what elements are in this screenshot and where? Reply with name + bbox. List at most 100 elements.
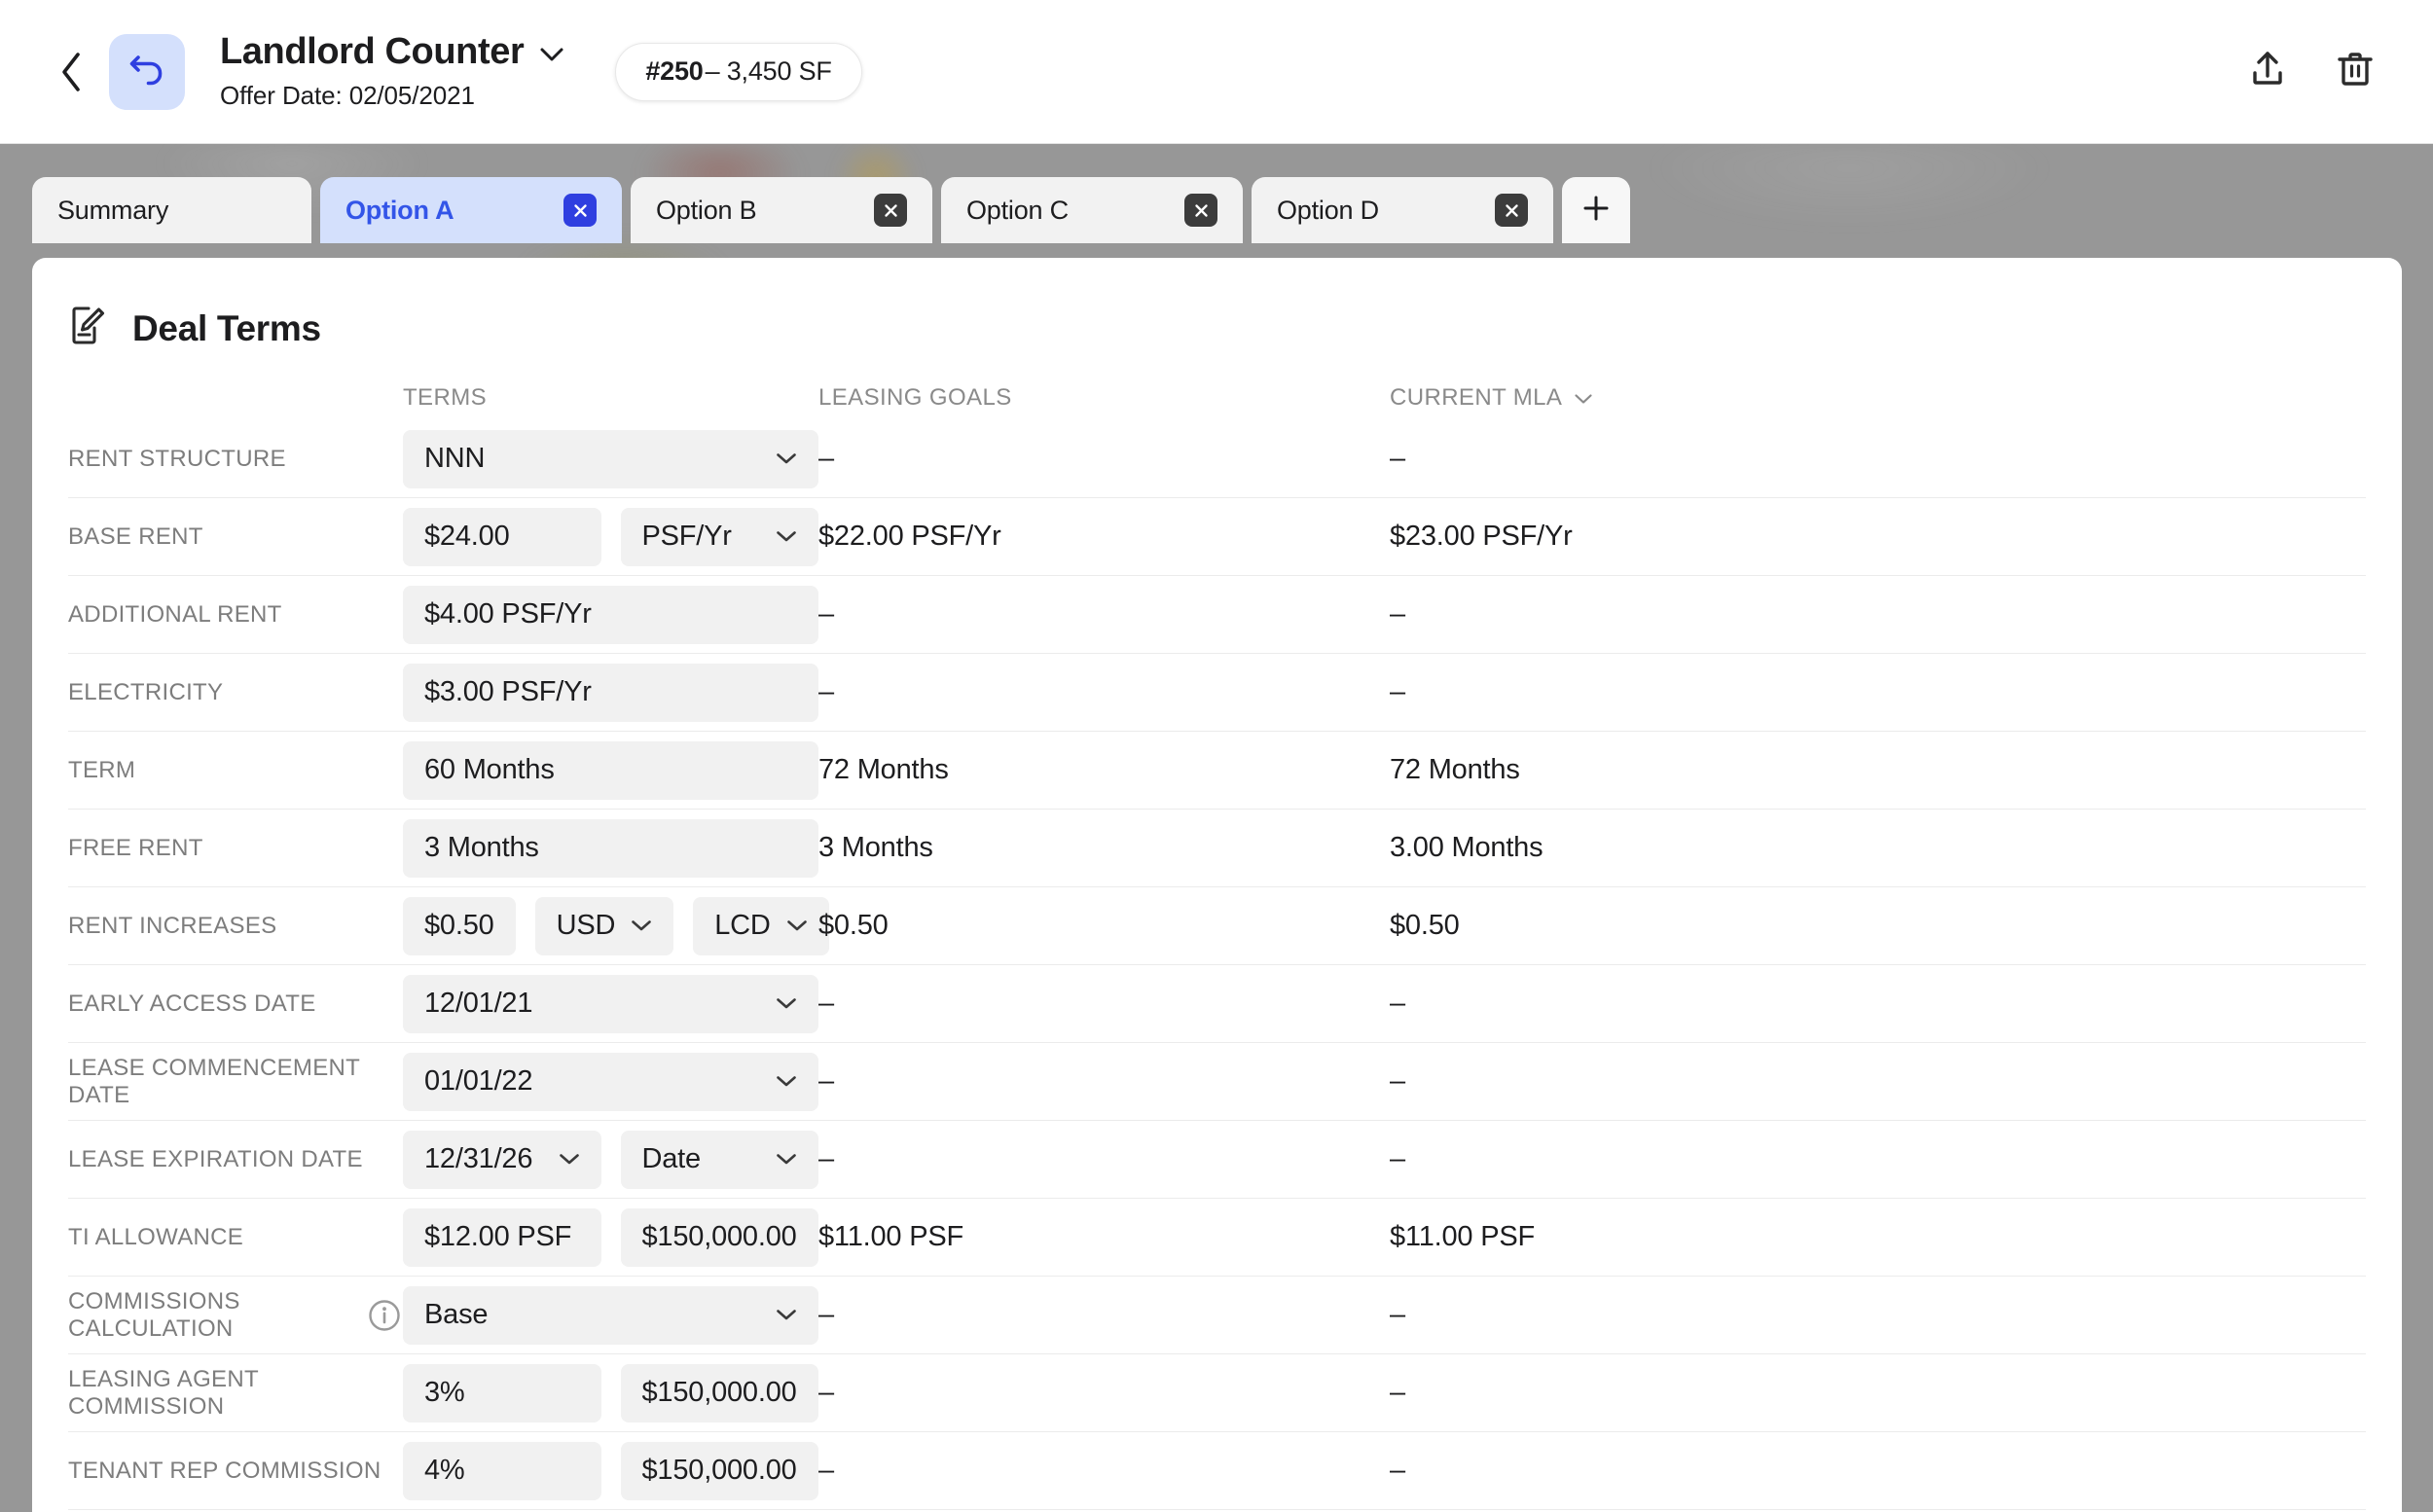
field-value: 01/01/22 — [424, 1065, 533, 1097]
table-row: LEASE COMMENCEMENT DATE 01/01/22 – – — [68, 1043, 2366, 1121]
field-group: Base — [403, 1285, 818, 1345]
deal-terms-table: TERMS LEASING GOALS CURRENT MLA RENT STR… — [32, 376, 2402, 1512]
text-input-field[interactable]: $3.00 PSF/Yr — [403, 663, 818, 722]
tab-label: Option D — [1277, 195, 1379, 225]
delete-button[interactable] — [2332, 49, 2379, 95]
share-button[interactable] — [2244, 49, 2291, 95]
tab-summary[interactable]: Summary — [32, 177, 311, 243]
select-field[interactable]: NNN — [403, 429, 818, 488]
chevron-down-icon[interactable] — [539, 47, 564, 62]
suite-badge[interactable]: #250 – 3,450 SF — [615, 42, 862, 101]
row-goals-value: – — [818, 443, 834, 474]
row-label-cell: BASE RENT — [68, 523, 403, 551]
field-group: 60 Months — [403, 740, 818, 800]
tab-label: Summary — [57, 195, 169, 225]
text-input-field[interactable]: $150,000.00 — [620, 1441, 818, 1500]
row-goals-value: 72 Months — [818, 754, 949, 785]
row-mla-value: – — [1390, 443, 1405, 474]
select-field[interactable]: USD — [534, 896, 674, 955]
select-field[interactable]: 12/31/26 — [403, 1130, 601, 1189]
field-value: $3.00 PSF/Yr — [424, 676, 592, 707]
text-input-field[interactable]: 3 Months — [403, 818, 818, 878]
field-value: 60 Months — [424, 754, 555, 785]
row-label-cell: EARLY ACCESS DATE — [68, 990, 403, 1018]
row-goals-value: – — [818, 1065, 834, 1097]
table-row: COMMISSIONS CALCULATION Base – – — [68, 1277, 2366, 1354]
row-terms-cell: $24.00 PSF/Yr — [403, 507, 818, 566]
text-input-field[interactable]: $150,000.00 — [620, 1207, 818, 1267]
close-icon[interactable] — [1495, 194, 1528, 227]
header-actions — [2244, 49, 2379, 95]
table-row: RENT STRUCTURE NNN – – — [68, 420, 2366, 498]
table-row: RENT INCREASES $0.50 USD LCD $0.50 $0.50 — [68, 887, 2366, 965]
field-value: $150,000.00 — [641, 1221, 797, 1252]
select-field[interactable]: 12/01/21 — [403, 974, 818, 1033]
row-mla-value: 3.00 Months — [1390, 832, 1543, 863]
row-label-cell: ELECTRICITY — [68, 679, 403, 706]
field-value: 12/01/21 — [424, 988, 533, 1019]
text-input-field[interactable]: 60 Months — [403, 740, 818, 800]
table-row: BASE RENT $24.00 PSF/Yr $22.00 PSF/Yr $23.00… — [68, 498, 2366, 576]
chevron-down-icon — [776, 1075, 797, 1088]
field-group: NNN — [403, 429, 818, 488]
row-label-cell: TERM — [68, 757, 403, 784]
select-field[interactable]: Date — [620, 1130, 818, 1189]
row-mla-value: – — [1390, 676, 1405, 707]
field-group: $3.00 PSF/Yr — [403, 663, 818, 722]
field-group: $24.00 PSF/Yr — [403, 507, 818, 566]
undo-button[interactable] — [109, 33, 185, 110]
info-circle-icon[interactable] — [366, 1297, 403, 1334]
field-value: Base — [424, 1299, 489, 1330]
table-row: TERM 60 Months 72 Months 72 Months — [68, 732, 2366, 810]
text-input-field[interactable]: $12.00 PSF — [403, 1207, 601, 1267]
select-field[interactable]: 01/01/22 — [403, 1052, 818, 1111]
row-label: LEASE EXPIRATION DATE — [68, 1145, 363, 1172]
row-label: ADDITIONAL RENT — [68, 600, 282, 628]
table-row: LEASE EXPIRATION DATE 12/31/26 Date – – — [68, 1121, 2366, 1199]
chevron-down-icon — [631, 919, 652, 932]
column-header-mla[interactable]: CURRENT MLA — [1390, 384, 2366, 412]
field-group: 3% $150,000.00 — [403, 1363, 818, 1422]
row-goals-value: $22.00 PSF/Yr — [818, 521, 1001, 552]
field-group: 4% $150,000.00 — [403, 1441, 818, 1500]
close-icon[interactable] — [1184, 194, 1217, 227]
row-mla-value: – — [1390, 1143, 1405, 1174]
row-terms-cell: 3 Months — [403, 818, 818, 878]
row-mla-value: – — [1390, 1455, 1405, 1486]
text-input-field[interactable]: $150,000.00 — [620, 1363, 818, 1422]
select-field[interactable]: PSF/Yr — [620, 507, 818, 566]
tab-option-d[interactable]: Option D — [1252, 177, 1553, 243]
tab-option-c[interactable]: Option C — [941, 177, 1243, 243]
row-label: EARLY ACCESS DATE — [68, 990, 316, 1017]
close-icon[interactable] — [874, 194, 907, 227]
field-group: 01/01/22 — [403, 1052, 818, 1111]
field-value: 4% — [424, 1455, 465, 1486]
row-mla-value: $23.00 PSF/Yr — [1390, 521, 1573, 552]
row-label-cell: TI ALLOWANCE — [68, 1224, 403, 1251]
text-input-field[interactable]: 4% — [403, 1441, 601, 1500]
text-input-field[interactable]: $0.50 — [403, 896, 516, 955]
column-header-mla-label: CURRENT MLA — [1390, 384, 1563, 411]
tab-label: Option B — [656, 195, 757, 225]
title-block: Landlord Counter Offer Date: 02/05/2021 — [220, 31, 564, 111]
row-label: TENANT REP COMMISSION — [68, 1457, 381, 1484]
close-icon[interactable] — [563, 194, 597, 227]
table-row: FREE RENT 3 Months 3 Months 3.00 Months — [68, 810, 2366, 887]
add-option-button[interactable] — [1562, 177, 1630, 243]
table-row: ADDITIONAL RENT $4.00 PSF/Yr – – — [68, 576, 2366, 654]
row-label: LEASE COMMENCEMENT DATE — [68, 1054, 360, 1108]
row-label-cell: TENANT REP COMMISSION — [68, 1458, 403, 1485]
select-field[interactable]: LCD — [693, 896, 829, 955]
tab-option-a[interactable]: Option A — [320, 177, 622, 243]
back-button[interactable] — [54, 50, 88, 94]
text-input-field[interactable]: $24.00 — [403, 507, 601, 566]
text-input-field[interactable]: $4.00 PSF/Yr — [403, 585, 818, 644]
row-label: COMMISSIONS CALCULATION — [68, 1287, 240, 1342]
text-input-field[interactable]: 3% — [403, 1363, 601, 1422]
field-value: $24.00 — [424, 521, 510, 552]
tab-option-b[interactable]: Option B — [631, 177, 932, 243]
row-terms-cell: $4.00 PSF/Yr — [403, 585, 818, 644]
row-terms-cell: 4% $150,000.00 — [403, 1441, 818, 1500]
select-field[interactable]: Base — [403, 1285, 818, 1345]
row-label: BASE RENT — [68, 522, 203, 550]
